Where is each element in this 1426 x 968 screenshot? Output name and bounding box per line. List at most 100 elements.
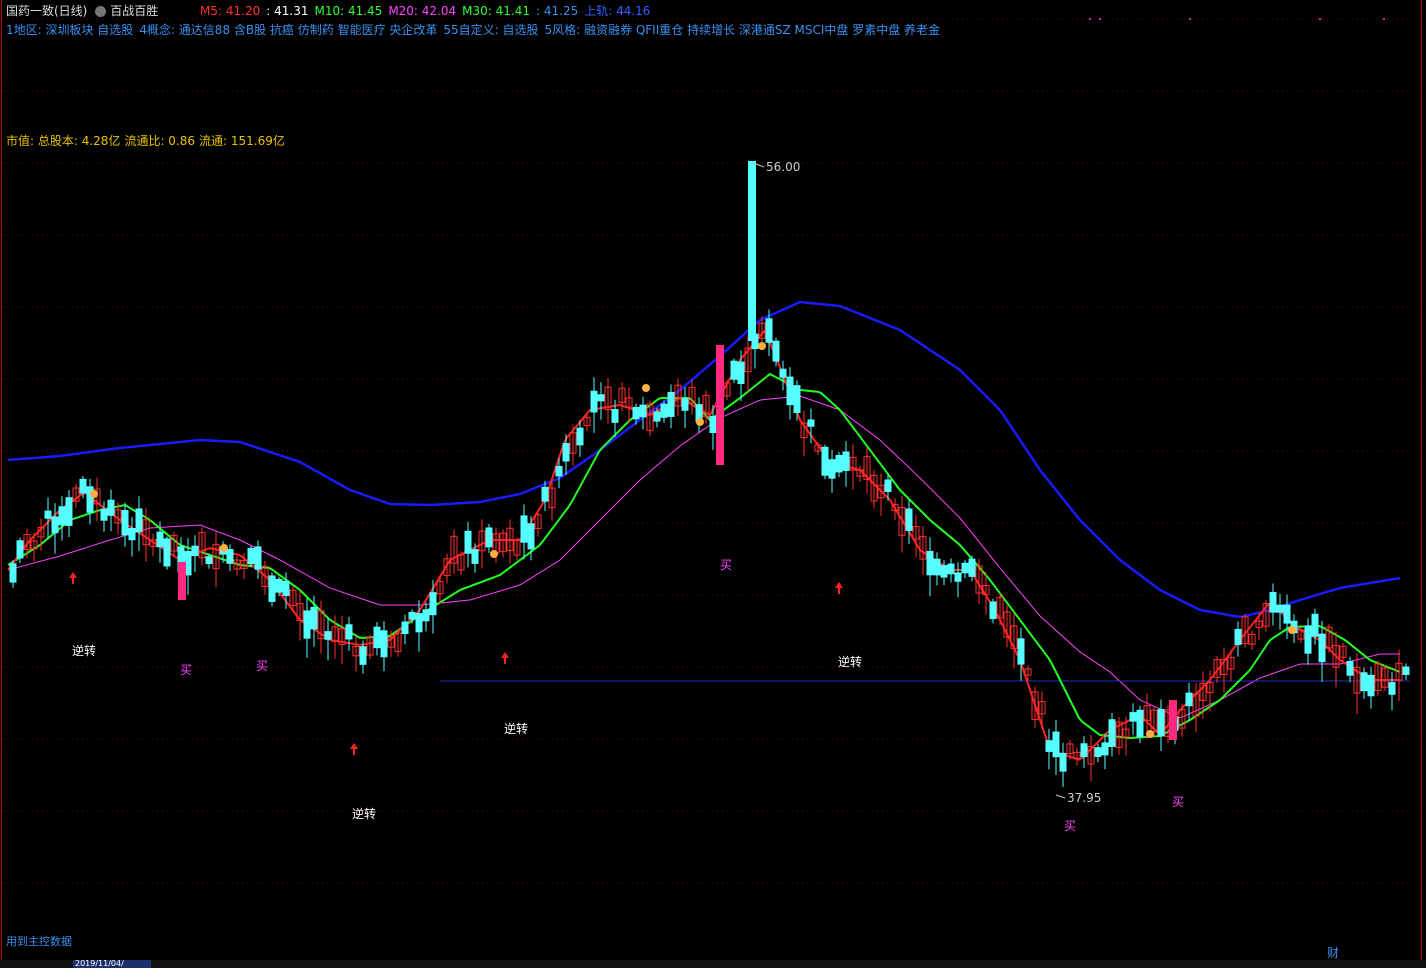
candle-body (1185, 692, 1193, 707)
candle-body (793, 385, 801, 414)
up-arrow-icon (69, 572, 77, 584)
reverse-label: 逆转 (72, 643, 96, 658)
candle-body (1318, 633, 1326, 663)
candle-body (1108, 719, 1116, 748)
candle-body (1304, 625, 1312, 654)
candle-body (611, 409, 619, 423)
candle-body (205, 556, 213, 565)
high-pointer (755, 163, 765, 168)
candle-body (380, 630, 388, 658)
candle-body (1367, 674, 1375, 697)
candle-body (415, 613, 423, 633)
candle-body (940, 565, 948, 578)
high-price-label: 56.00 (766, 160, 800, 174)
candle-body (639, 404, 647, 418)
candle-body (1169, 700, 1177, 740)
candle-body (310, 606, 318, 630)
candle-body (1269, 591, 1277, 613)
ma-values: M5: 41.20: 41.31 M10: 41.45 M20: 42.04 M30:… (200, 4, 656, 18)
candle-body (1129, 712, 1137, 722)
candle-body (632, 406, 640, 420)
info-tag[interactable]: 1地区: 深圳板块 自选股 (6, 23, 133, 37)
buy-label: 买 (1064, 819, 1076, 833)
ma-value: M10: 41.45 (314, 4, 383, 18)
signal-marker (90, 490, 98, 498)
candle-body (807, 419, 815, 427)
candle-body (163, 538, 171, 567)
gear-icon[interactable] (95, 6, 107, 17)
candle-body (429, 592, 437, 616)
candle-body (541, 486, 549, 502)
signal-marker (696, 418, 704, 426)
candle-body (1360, 672, 1368, 692)
candle-body (373, 626, 381, 649)
buy-label: 买 (1172, 795, 1184, 809)
candle-body (422, 609, 430, 622)
candle-body (779, 368, 787, 378)
candle-body (933, 558, 941, 576)
candle-body (660, 403, 668, 418)
candle-body (1346, 661, 1354, 676)
candle-body (576, 427, 584, 446)
candle-body (562, 443, 570, 462)
candle-body (65, 497, 73, 526)
candle-body (748, 161, 756, 341)
low-price-label: 37.95 (1067, 791, 1101, 805)
info-tag[interactable]: 4概念: 通达信88 含B股 抗癌 仿制药 智能医疗 央企改革 (139, 23, 437, 37)
candle-body (9, 563, 17, 583)
candle-body (730, 360, 738, 380)
info-tag[interactable]: 55自定义: 自选股 (443, 23, 538, 37)
info-tag[interactable]: 5风格: 融资融券 QFII重仓 持续增长 深港通SZ MSCI中盘 罗素中盘 … (545, 23, 941, 37)
candle-body (716, 345, 724, 465)
candle-body (947, 563, 955, 575)
candle-body (1234, 628, 1242, 645)
candle-body (653, 411, 661, 422)
candle-body (1311, 613, 1319, 637)
candle-body (1094, 747, 1102, 757)
low-pointer (1055, 794, 1066, 799)
candle-body (1080, 743, 1088, 758)
ma-value: : 41.25 (536, 4, 579, 18)
ma-value: M5: 41.20 (200, 4, 261, 18)
candle-body (527, 523, 535, 550)
candle-body (835, 454, 843, 473)
candle-body (303, 610, 311, 639)
capital-info: 市值: 总股本: 4.28亿 流通比: 0.86 流通: 151.69亿 (6, 132, 289, 149)
signal-marker (642, 384, 650, 392)
reverse-label: 逆转 (838, 654, 862, 669)
buy-label: 买 (256, 659, 268, 673)
capital-item: 流通比: 0.86 (124, 134, 196, 148)
candle-body (590, 390, 598, 413)
candle-body (905, 508, 913, 531)
footer-note: 用到主控数据 (6, 935, 72, 948)
signal-marker (1146, 730, 1154, 738)
candle-body (16, 540, 24, 559)
ma-value: M20: 42.04 (388, 4, 457, 18)
candle-body (51, 516, 59, 534)
stock-title[interactable]: 国药一致(日线) (6, 4, 87, 18)
candle-body (254, 546, 262, 570)
candle-body (1101, 742, 1109, 756)
signal-marker (758, 342, 766, 350)
finance-button[interactable]: 财 (1327, 944, 1339, 961)
up-arrow-icon (501, 652, 509, 664)
candle-body (709, 416, 717, 434)
candle-body (1402, 666, 1410, 675)
candle-body (1045, 740, 1053, 752)
ma-value: M30: 41.41 (462, 4, 530, 18)
candle-body (191, 545, 199, 557)
candle-body (471, 549, 479, 564)
candle-body (401, 621, 409, 635)
candle-body (226, 549, 234, 564)
capital-item: 流通: 151.69亿 (199, 134, 285, 148)
candle-body (926, 550, 934, 576)
candle-body (1136, 709, 1144, 738)
candle-body (667, 391, 675, 417)
candle-body (1017, 638, 1025, 665)
candle-body (58, 506, 66, 526)
title-bar: 国药一致(日线) 百战百胜 M5: 41.20: 41.31 M10: 41.45… (6, 2, 660, 18)
candle-body (821, 446, 829, 476)
candle-body (989, 601, 997, 620)
indicator-selector[interactable]: 百战百胜 (95, 4, 162, 18)
candle-body (520, 515, 528, 543)
